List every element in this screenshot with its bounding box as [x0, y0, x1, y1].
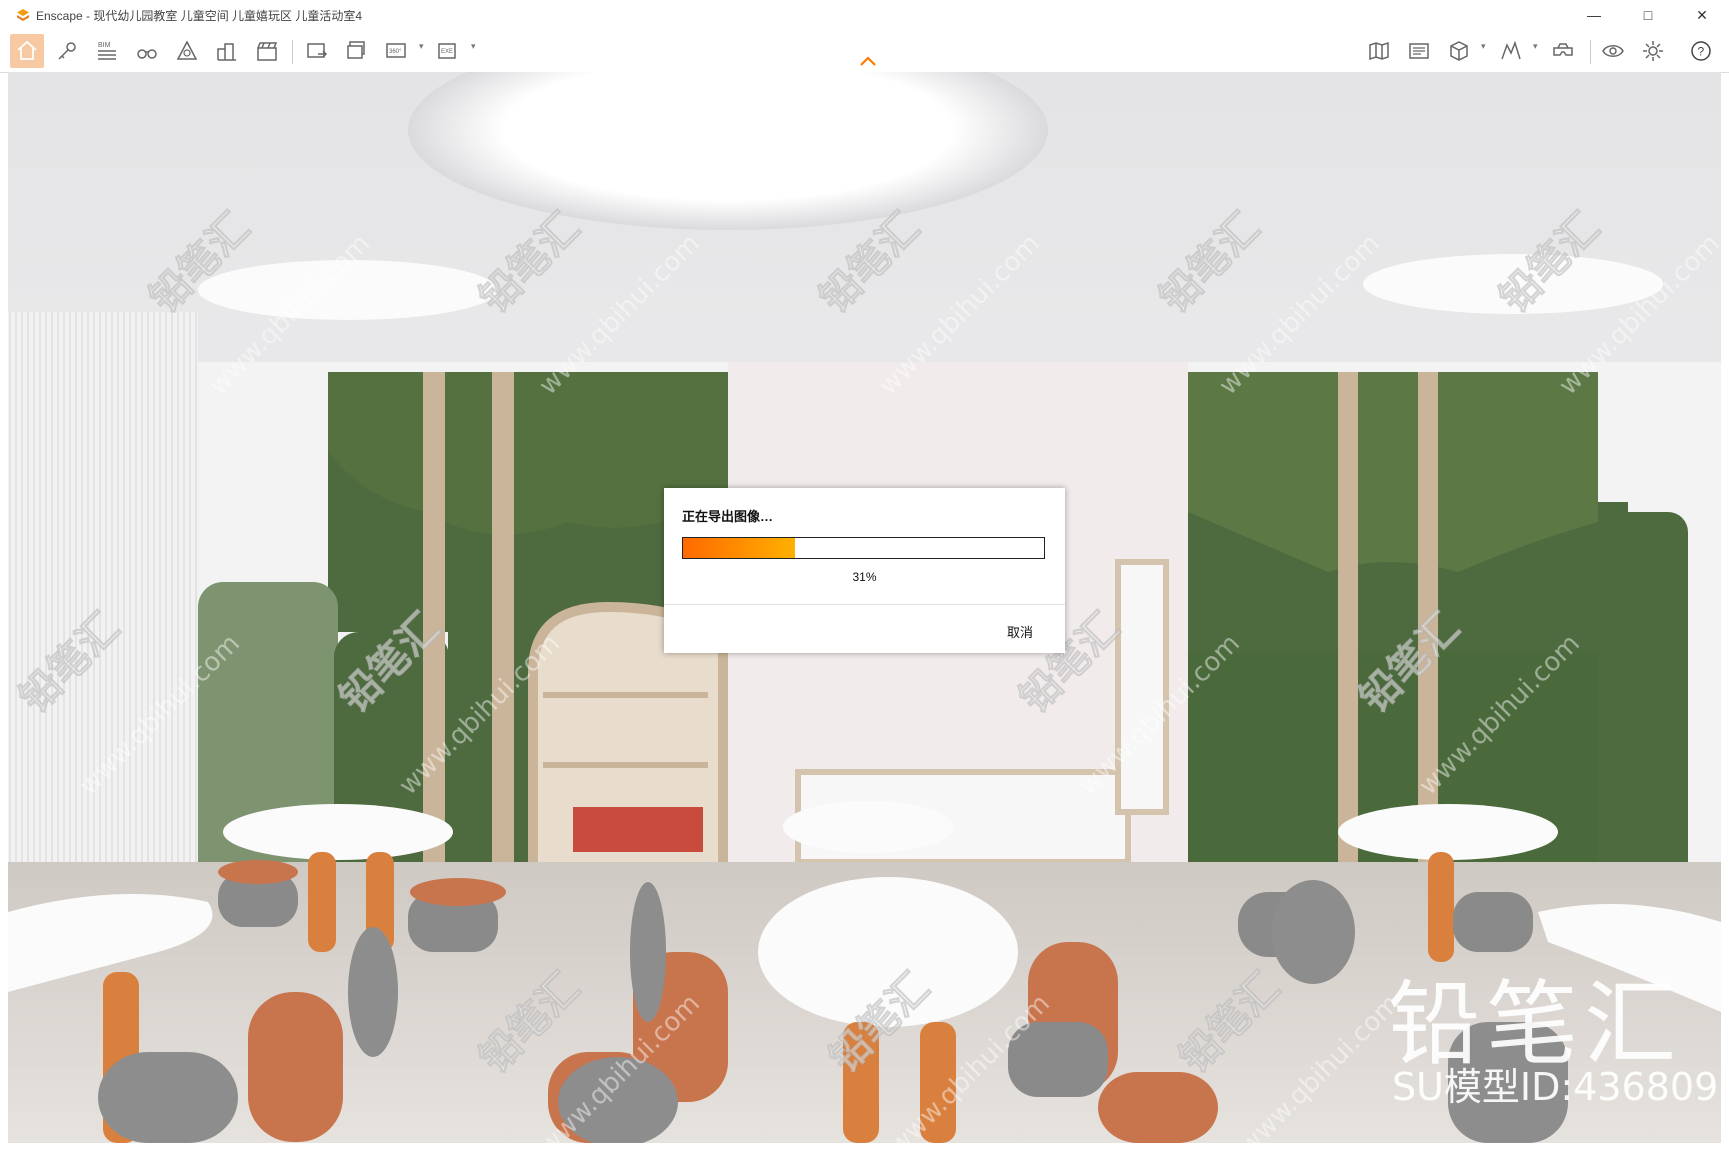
chart-button[interactable]	[1494, 34, 1528, 68]
screenshot-icon	[307, 43, 328, 58]
window-title: Enscape - 现代幼儿园教室 儿童空间 儿童嬉玩区 儿童活动室4	[36, 8, 363, 23]
svg-text:?: ?	[1698, 45, 1705, 59]
panorama-dropdown-caret[interactable]: ▾	[419, 41, 424, 52]
export-exe-button[interactable]: EXE	[432, 34, 466, 68]
views-button[interactable]	[130, 34, 164, 68]
home-icon	[17, 40, 37, 60]
vr-headset-icon	[1553, 43, 1573, 56]
chart-dropdown-caret[interactable]: ▾	[1533, 41, 1538, 52]
visual-settings-button[interactable]	[1596, 34, 1630, 68]
ceiling-light-left	[198, 260, 498, 320]
image-icon	[1409, 43, 1429, 59]
panorama-button[interactable]: 360°	[380, 34, 414, 68]
cube-dropdown-caret[interactable]: ▾	[1481, 41, 1486, 52]
cube-icon	[1450, 41, 1468, 61]
ceiling-light-right	[1363, 254, 1663, 314]
minimize-button[interactable]: —	[1567, 0, 1621, 30]
asset-library-icon	[176, 40, 198, 60]
close-button[interactable]: ✕	[1675, 0, 1729, 30]
progress-fill	[683, 538, 795, 558]
window-controls: — □ ✕	[1567, 0, 1729, 30]
screenshot-button[interactable]	[300, 34, 334, 68]
export-exe-icon: EXE	[438, 43, 456, 59]
dialog-title: 正在导出图像…	[682, 509, 774, 524]
svg-text:EXE: EXE	[441, 49, 453, 55]
export-progress-bar	[682, 537, 1045, 559]
map-icon	[1369, 41, 1389, 61]
clapperboard-icon	[257, 42, 278, 61]
export-dropdown-caret[interactable]: ▾	[471, 41, 476, 52]
dialog-divider	[664, 604, 1065, 605]
maximize-button[interactable]: □	[1621, 0, 1675, 30]
svg-text:BIM: BIM	[98, 42, 111, 49]
batch-render-icon	[347, 41, 365, 59]
batch-render-button[interactable]	[340, 34, 374, 68]
binoculars-icon	[137, 49, 157, 59]
settings-button[interactable]	[1636, 34, 1670, 68]
key-icon	[58, 42, 76, 60]
toolbar-divider	[292, 40, 293, 64]
assets-button[interactable]	[170, 34, 204, 68]
progress-percent: 31%	[852, 570, 877, 584]
collapse-toolbar-chevron-icon[interactable]	[858, 54, 878, 68]
buildings-icon	[217, 43, 236, 61]
help-icon: ?	[1691, 41, 1711, 61]
panorama-icon: 360°	[386, 43, 406, 58]
bim-icon: BIM	[98, 42, 116, 60]
map-button[interactable]	[1362, 34, 1396, 68]
enscape-logo-icon	[17, 9, 29, 21]
eye-icon	[1602, 45, 1624, 57]
cube-button[interactable]	[1442, 34, 1476, 68]
mountain-chart-icon	[1501, 40, 1521, 60]
table-center-back	[783, 801, 953, 853]
bim-button[interactable]: BIM	[90, 34, 124, 68]
video-editor-button[interactable]	[250, 34, 284, 68]
svg-text:360°: 360°	[389, 49, 402, 55]
home-button[interactable]	[10, 34, 44, 68]
cancel-button[interactable]: 取消	[1007, 622, 1033, 641]
vr-button[interactable]	[1546, 34, 1580, 68]
title-bar: Enscape - 现代幼儿园教室 儿童空间 儿童嬉玩区 儿童活动室4 — □ …	[0, 0, 1729, 30]
model-id-watermark: SU模型ID:436809	[1392, 1065, 1719, 1109]
enscape-window: Enscape - 现代幼儿园教室 儿童空间 儿童嬉玩区 儿童活动室4 — □ …	[0, 0, 1729, 1151]
gear-icon	[1643, 41, 1663, 61]
site-context-button[interactable]	[210, 34, 244, 68]
camera-path-button[interactable]	[50, 34, 84, 68]
toolbar-divider-right	[1590, 40, 1591, 64]
export-progress-dialog: 正在导出图像… 31% 取消	[664, 488, 1065, 653]
image-button[interactable]	[1402, 34, 1436, 68]
help-button[interactable]: ?	[1684, 34, 1718, 68]
